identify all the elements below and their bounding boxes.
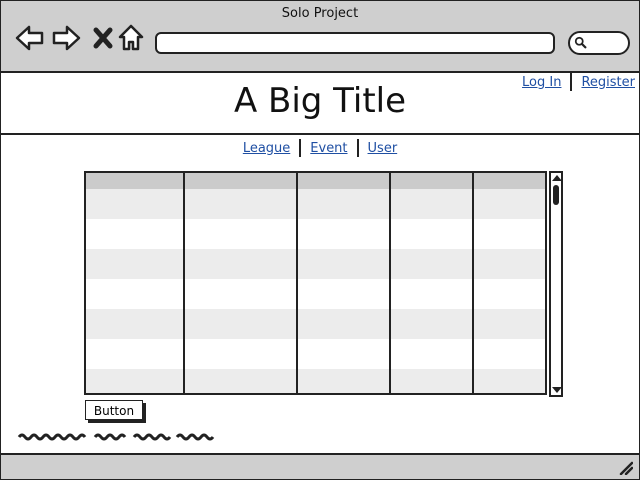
table-row[interactable] [86, 249, 545, 279]
nav-link-user[interactable]: User [368, 141, 398, 156]
table-row[interactable] [86, 339, 545, 369]
column-divider [296, 173, 298, 393]
action-button[interactable]: Button [85, 400, 143, 420]
table-row[interactable] [86, 189, 545, 219]
table-header-row[interactable] [86, 173, 545, 189]
data-table[interactable] [84, 171, 547, 395]
page-header: A Big Title Log In Register [1, 73, 639, 135]
home-icon[interactable] [117, 23, 147, 53]
table-row[interactable] [86, 279, 545, 309]
browser-window: Solo Project A Big Title Log In Register [0, 0, 640, 480]
address-bar[interactable] [155, 32, 555, 54]
close-x-icon[interactable] [89, 23, 119, 53]
column-divider [389, 173, 391, 393]
auth-links: Log In Register [522, 73, 635, 91]
nav-bar: League Event User [1, 139, 639, 157]
login-link[interactable]: Log In [522, 75, 561, 90]
column-divider [183, 173, 185, 393]
search-icon [574, 36, 587, 49]
scroll-thumb[interactable] [553, 185, 559, 205]
register-link[interactable]: Register [581, 75, 635, 90]
table-scrollbar[interactable] [549, 171, 563, 397]
table-row[interactable] [86, 219, 545, 249]
back-arrow-icon[interactable] [15, 23, 45, 53]
column-divider [472, 173, 474, 393]
divider [570, 73, 573, 91]
window-title: Solo Project [281, 6, 359, 21]
table-row[interactable] [86, 309, 545, 339]
placeholder-text-scribble [17, 433, 215, 441]
status-bar [1, 453, 639, 479]
scroll-up-arrow-icon[interactable] [552, 175, 562, 181]
scroll-down-arrow-icon[interactable] [552, 387, 562, 393]
browser-toolbar: Solo Project [1, 1, 639, 73]
nav-link-league[interactable]: League [243, 141, 290, 156]
table-row[interactable] [86, 369, 545, 393]
divider [356, 139, 359, 157]
resize-grip-icon[interactable] [619, 461, 633, 475]
search-field[interactable] [568, 31, 630, 55]
divider [299, 139, 302, 157]
forward-arrow-icon[interactable] [51, 23, 81, 53]
nav-link-event[interactable]: Event [310, 141, 347, 156]
